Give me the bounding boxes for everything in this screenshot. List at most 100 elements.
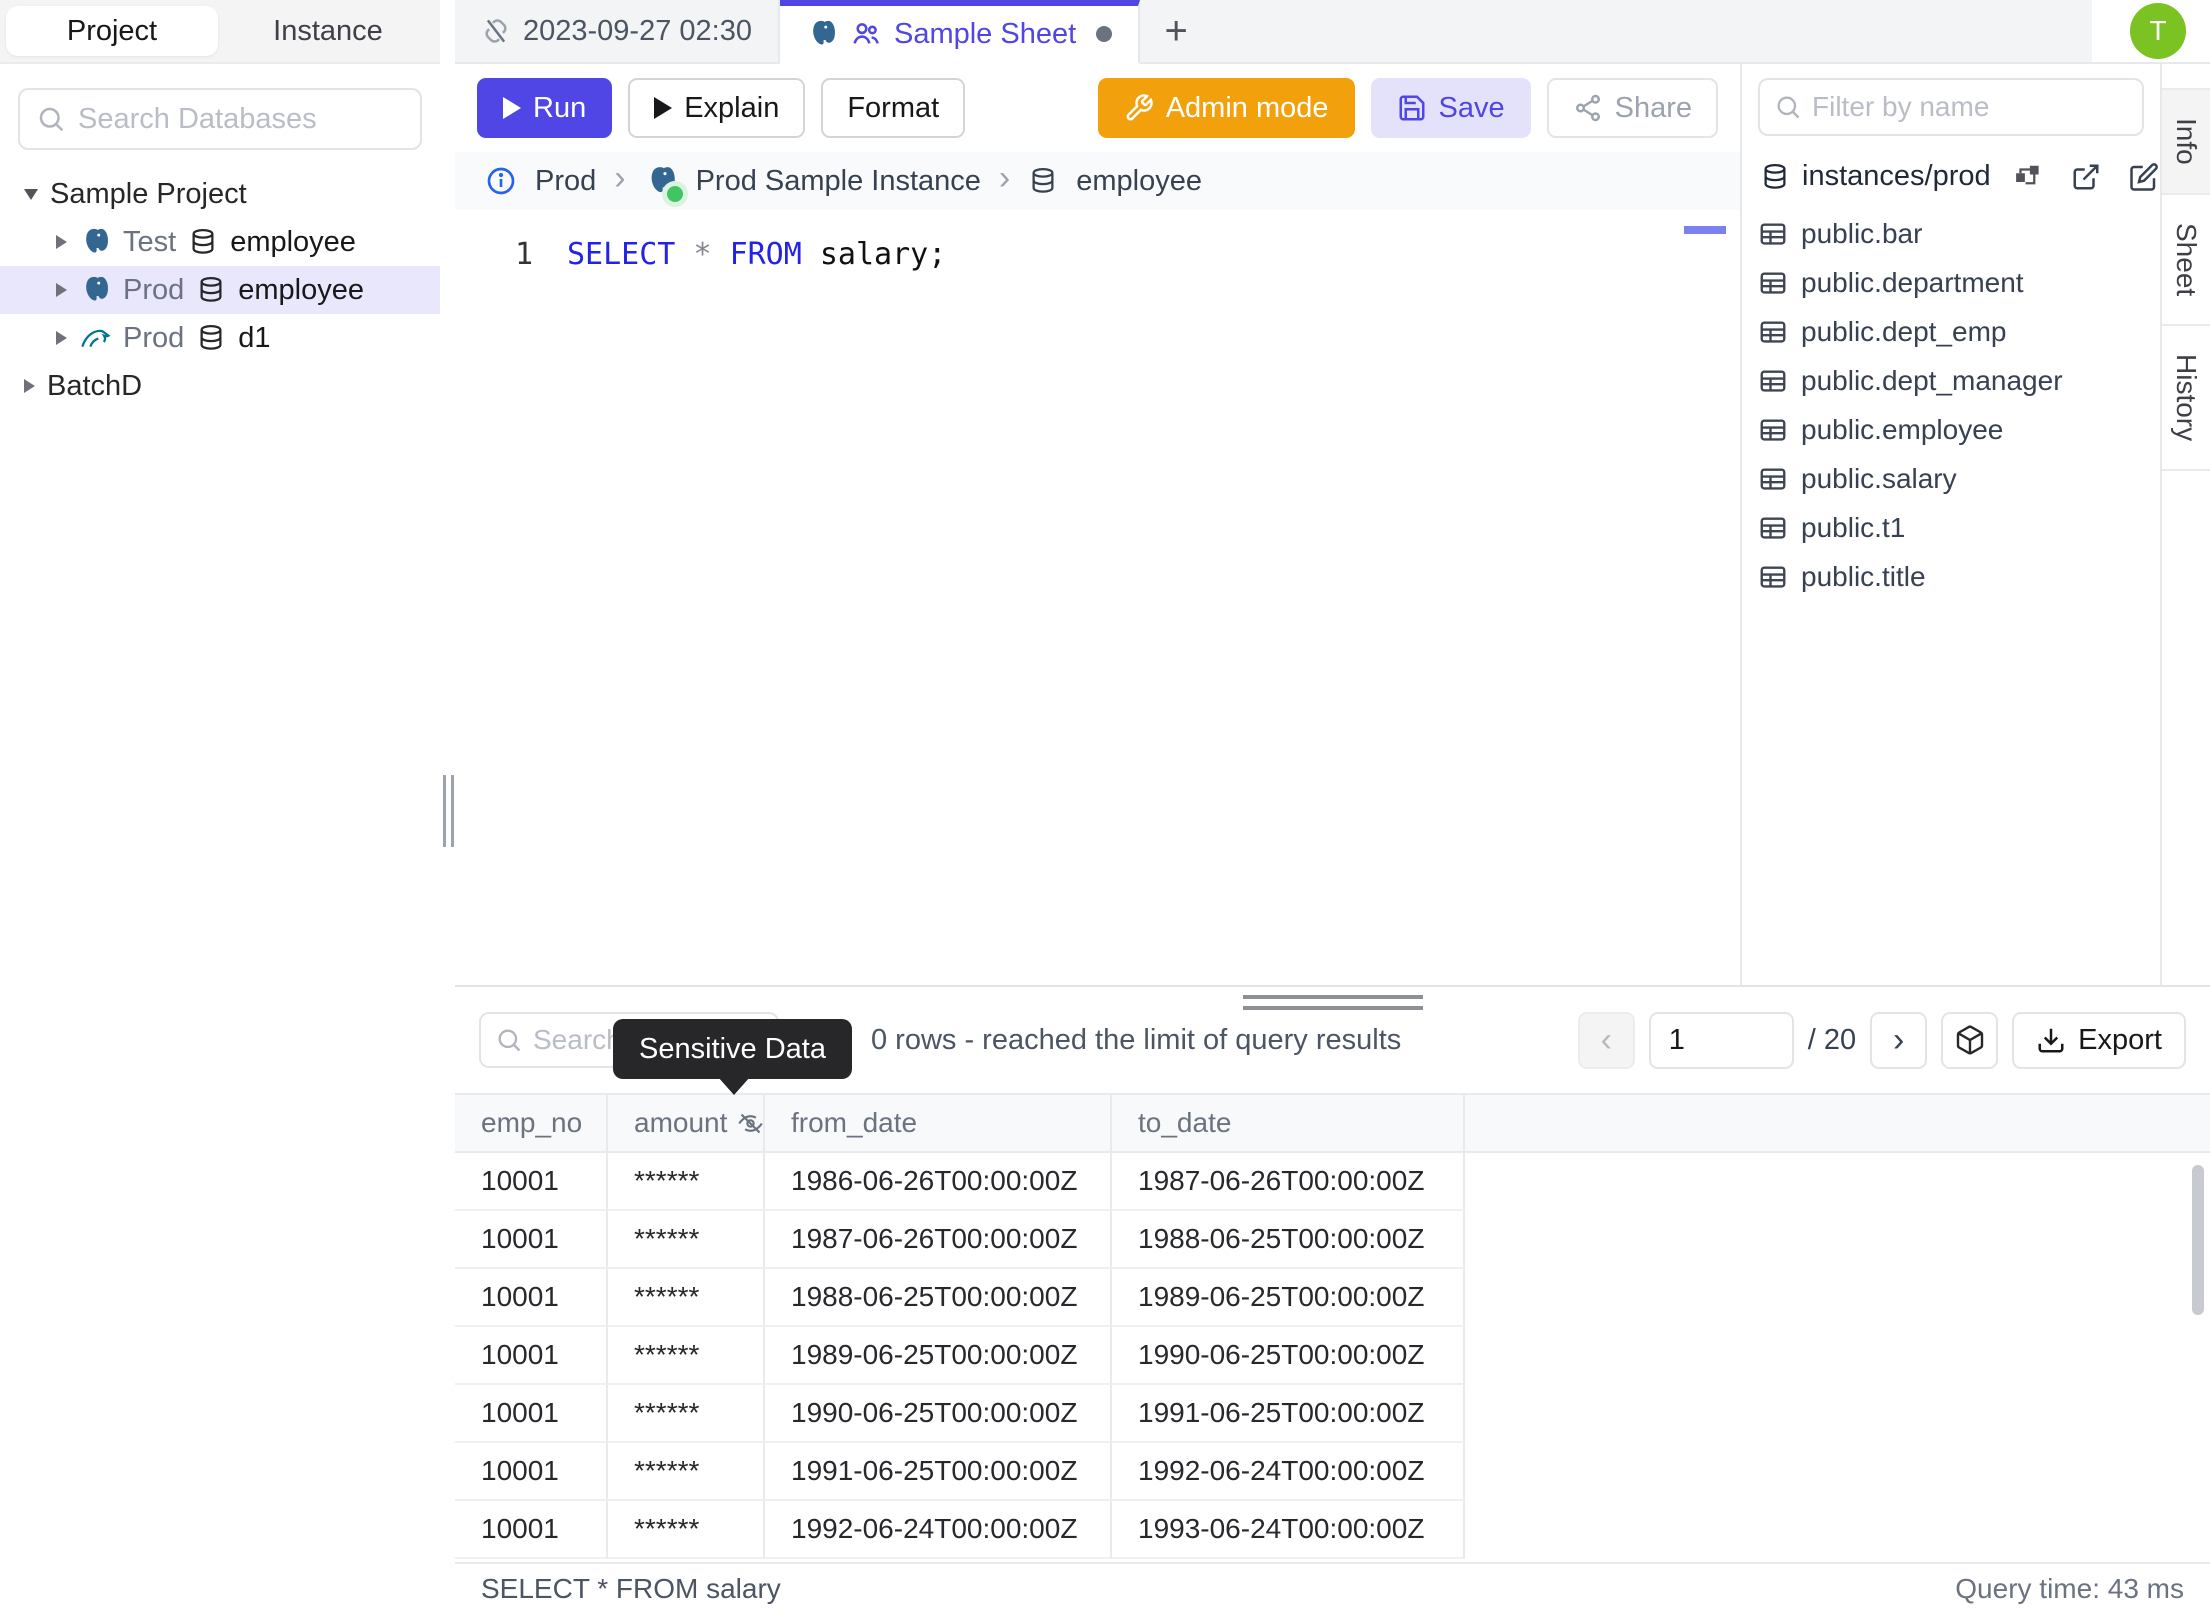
chevron-right-icon[interactable]: [56, 235, 67, 249]
table-list-item[interactable]: public.dept_emp: [1758, 307, 2144, 356]
prev-page-button[interactable]: ‹: [1577, 1011, 1635, 1069]
breadcrumb-database[interactable]: employee: [1076, 165, 1202, 198]
sql-editor[interactable]: 1 SELECT * FROM salary;: [455, 210, 1740, 985]
table-cell: 1993-06-24T00:00:00Z: [1112, 1501, 1465, 1559]
table-cell: 1989-06-25T00:00:00Z: [765, 1327, 1112, 1385]
table-name: public.title: [1801, 560, 1926, 592]
cube-icon: [1954, 1024, 1986, 1056]
breadcrumb-environment[interactable]: Prod: [535, 165, 596, 198]
run-button[interactable]: Run: [477, 78, 613, 138]
external-link-icon[interactable]: [2071, 162, 2101, 192]
table-filter-input[interactable]: [1812, 91, 2128, 123]
table-list-item[interactable]: public.dept_manager: [1758, 356, 2144, 405]
chevron-right-icon[interactable]: [56, 331, 67, 345]
sheet-tab-sample-sheet[interactable]: Sample Sheet: [779, 0, 1141, 64]
database-icon: [196, 323, 226, 353]
database-search[interactable]: [18, 88, 422, 150]
tree-item-batchd[interactable]: BatchD: [0, 362, 440, 410]
users-icon: [850, 18, 882, 50]
table-list-item[interactable]: public.t1: [1758, 503, 2144, 552]
table-filter[interactable]: [1758, 78, 2144, 136]
tree-item-sample-project[interactable]: Sample Project: [0, 170, 440, 218]
editor-toolbar: Run Explain Format Admin mode Save Share: [455, 64, 1740, 152]
table-row[interactable]: 10001 ****** 1988-06-25T00:00:00Z 1989-06-2…: [455, 1269, 2210, 1327]
table-cell: 1987-06-26T00:00:00Z: [765, 1211, 1112, 1269]
table-name: public.t1: [1801, 511, 1906, 543]
sql-keyword: FROM: [729, 237, 802, 272]
wrench-icon: [1124, 93, 1154, 123]
tree-item-prod-d1[interactable]: Prod d1: [0, 314, 440, 362]
chevron-right-icon: ›: [614, 159, 626, 197]
new-tab-button[interactable]: +: [1140, 0, 1212, 62]
table-row[interactable]: 10001 ****** 1992-06-24T00:00:00Z 1993-06-2…: [455, 1501, 2210, 1559]
explain-button[interactable]: Explain: [628, 78, 806, 138]
edit-icon[interactable]: [2129, 162, 2159, 192]
table-list-item[interactable]: public.department: [1758, 258, 2144, 307]
table-row[interactable]: 10001 ****** 1987-06-26T00:00:00Z 1988-06-2…: [455, 1211, 2210, 1269]
info-icon[interactable]: [485, 165, 517, 197]
project-label: BatchD: [47, 369, 143, 402]
breadcrumb-instance[interactable]: Prod Sample Instance: [696, 165, 981, 198]
table-row[interactable]: 10001 ****** 1990-06-25T00:00:00Z 1991-06-2…: [455, 1385, 2210, 1443]
next-page-button[interactable]: ›: [1870, 1011, 1928, 1069]
table-list-item[interactable]: public.employee: [1758, 405, 2144, 454]
play-icon: [654, 97, 673, 119]
tree-item-test-employee[interactable]: Test employee: [0, 218, 440, 266]
table-row[interactable]: 10001 ****** 1991-06-25T00:00:00Z 1992-06-2…: [455, 1443, 2210, 1501]
table-cell: 1986-06-26T00:00:00Z: [765, 1153, 1112, 1211]
table-list-item[interactable]: public.salary: [1758, 454, 2144, 503]
page-total: / 20: [1807, 1023, 1857, 1056]
sheet-tab-unsaved[interactable]: 2023-09-27 02:30: [455, 0, 780, 62]
page-number-input[interactable]: [1648, 1011, 1794, 1069]
admin-mode-button[interactable]: Admin mode: [1097, 78, 1355, 138]
column-header[interactable]: emp_no: [455, 1095, 608, 1151]
chevron-right-icon[interactable]: [24, 379, 35, 393]
tab-info[interactable]: Info: [2162, 88, 2210, 195]
table-row[interactable]: 10001 ****** 1989-06-25T00:00:00Z 1990-06-2…: [455, 1327, 2210, 1385]
table-list-item[interactable]: public.title: [1758, 552, 2144, 601]
cube-button[interactable]: [1941, 1011, 1999, 1069]
table-icon: [1758, 464, 1788, 494]
table-name: public.dept_emp: [1801, 315, 2007, 347]
save-icon: [1397, 93, 1427, 123]
code-line[interactable]: 1 SELECT * FROM salary;: [455, 232, 1740, 278]
postgres-icon: [79, 274, 111, 306]
unsaved-dot-icon: [1096, 26, 1113, 42]
table-cell: 10001: [455, 1443, 608, 1501]
search-icon: [1774, 93, 1802, 121]
tree-item-prod-employee[interactable]: Prod employee: [0, 266, 440, 314]
tab-project[interactable]: Project: [6, 6, 218, 56]
schema-diagram-icon[interactable]: [2013, 162, 2043, 192]
avatar[interactable]: T: [2130, 3, 2186, 59]
export-button[interactable]: Export: [2012, 1011, 2186, 1069]
table-row[interactable]: 10001 ****** 1986-06-26T00:00:00Z 1987-06-2…: [455, 1153, 2210, 1211]
format-button[interactable]: Format: [821, 78, 966, 138]
panel-drag-handle-icon[interactable]: [1242, 995, 1423, 1017]
sidebar-resize-divider[interactable]: [440, 0, 455, 1614]
share-button[interactable]: Share: [1546, 78, 1718, 138]
column-header-masked[interactable]: amount: [608, 1095, 765, 1151]
table-icon: [1758, 366, 1788, 396]
tab-instance[interactable]: Instance: [222, 6, 434, 56]
chevron-right-icon[interactable]: [56, 283, 67, 297]
database-label: employee: [230, 225, 356, 258]
save-button[interactable]: Save: [1370, 78, 1531, 138]
tab-history[interactable]: History: [2162, 326, 2210, 471]
table-cell: 1988-06-25T00:00:00Z: [1112, 1211, 1465, 1269]
database-search-input[interactable]: [78, 102, 404, 136]
chevron-down-icon[interactable]: [24, 188, 38, 200]
table-cell: ******: [608, 1327, 765, 1385]
tab-sheet[interactable]: Sheet: [2162, 195, 2210, 326]
table-cell: 1992-06-24T00:00:00Z: [765, 1501, 1112, 1559]
column-header[interactable]: from_date: [765, 1095, 1112, 1151]
drag-handle-icon[interactable]: [443, 775, 454, 847]
breadcrumb: Prod › Prod Sample Instance › employee: [455, 152, 1740, 210]
rows-info: 0 rows - reached the limit of query resu…: [871, 1023, 1402, 1056]
line-number: 1: [514, 237, 533, 272]
column-header[interactable]: to_date: [1112, 1095, 1465, 1151]
table-list-item[interactable]: public.bar: [1758, 209, 2144, 258]
results-actions: ‹ / 20 › Export: [1577, 1011, 2186, 1069]
schema-header: instances/prod: [1758, 156, 2158, 209]
scrollbar-thumb[interactable]: [2192, 1165, 2204, 1315]
table-name: public.bar: [1801, 217, 1923, 249]
